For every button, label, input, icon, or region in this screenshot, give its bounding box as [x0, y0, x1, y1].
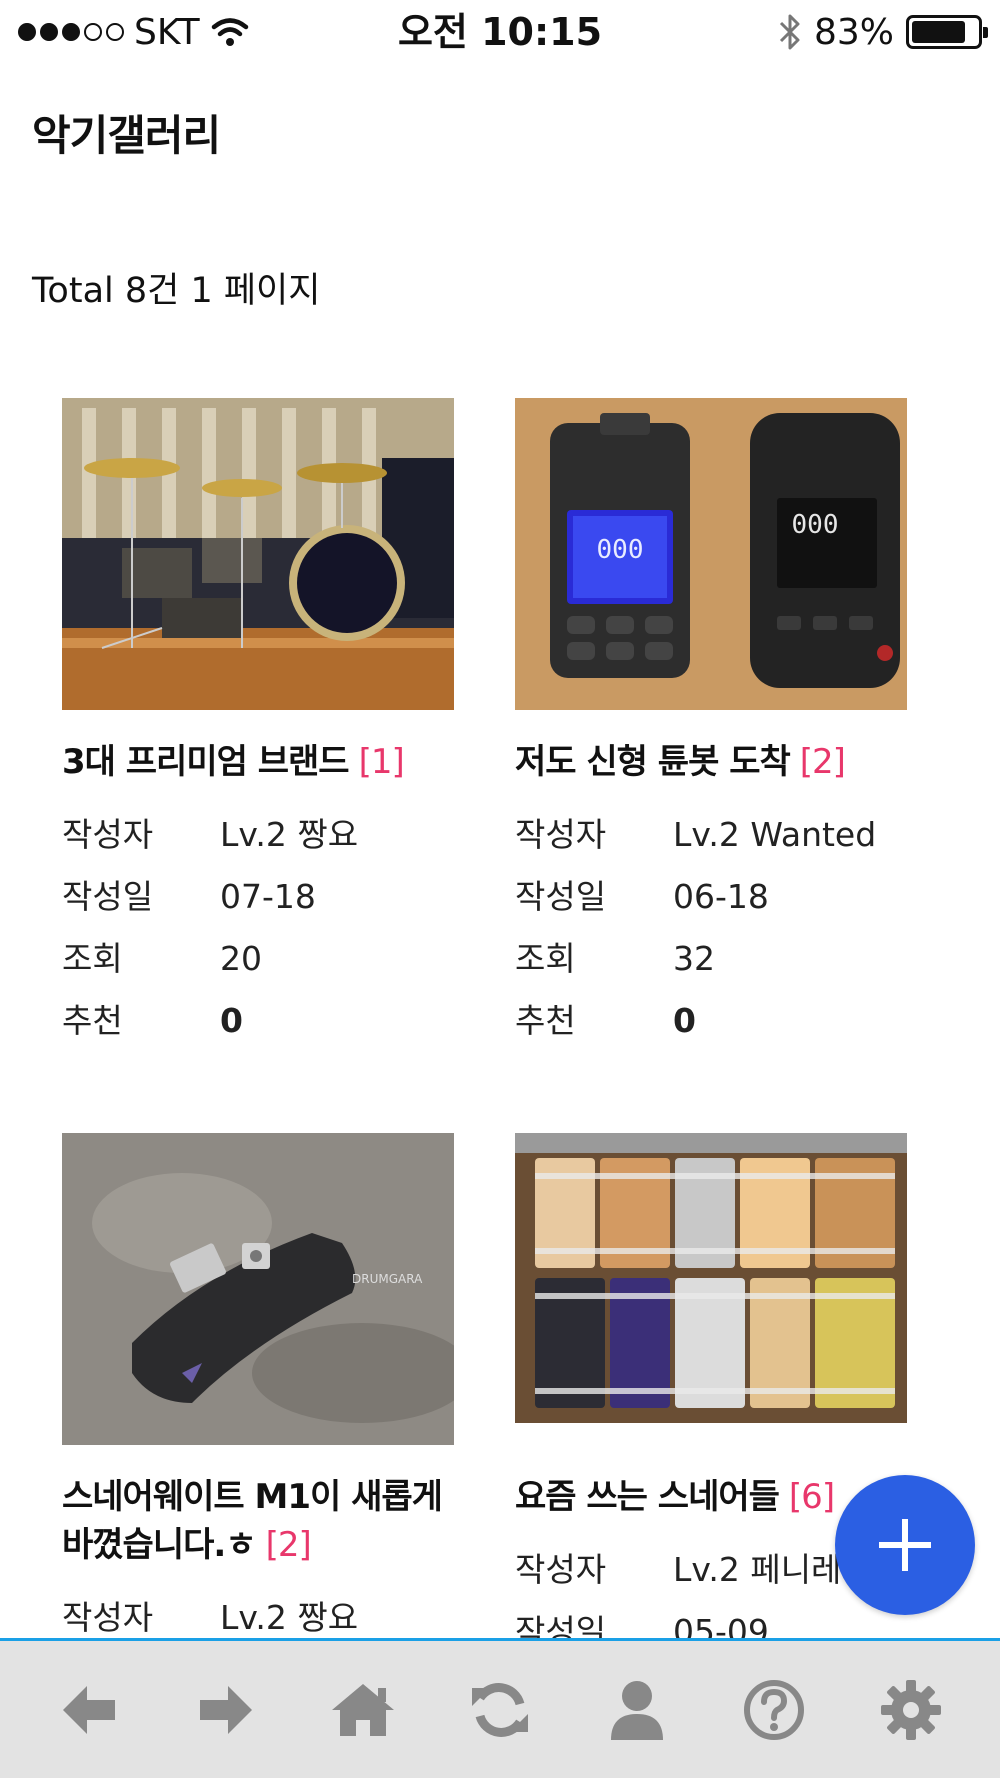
comment-count[interactable]: [1]	[359, 742, 405, 782]
post-date: 06-18	[673, 877, 769, 916]
meta-label-date: 작성일	[515, 1612, 607, 1640]
meta-views-row: 조회 32	[515, 928, 907, 990]
meta-author-row: 작성자 Lv.2 Wanted	[515, 804, 907, 866]
meta-author-row: 작성자 Lv.2 짱요	[62, 1587, 454, 1640]
card-title[interactable]: 저도 신형 튠봇 도착 [2]	[515, 738, 907, 786]
meta-date-row: 작성일 05-09	[515, 1601, 907, 1640]
back-button[interactable]	[44, 1665, 134, 1755]
help-icon	[744, 1679, 805, 1740]
home-button[interactable]	[318, 1665, 408, 1755]
view-count: 32	[673, 939, 715, 978]
battery-fill	[912, 21, 966, 43]
profile-button[interactable]	[592, 1665, 682, 1755]
gallery-card[interactable]: 000 000 저도 신형 튠봇 도착 [2] 작성자 Lv.2 Wanted 작성…	[515, 398, 907, 1052]
card-title[interactable]: 3대 프리미엄 브랜드 [1]	[62, 738, 454, 786]
status-bar: SKT 오전 10:15 83%	[0, 0, 1000, 64]
battery-percent: 83%	[813, 11, 894, 53]
page-title: 악기갤러리	[32, 111, 221, 160]
meta-date-row: 작성일 07-18	[62, 866, 454, 928]
forward-icon	[199, 1685, 252, 1734]
meta-label-likes: 추천	[62, 1001, 123, 1040]
gallery-card[interactable]: DRUMGARA 스네어웨이트 M1이 새롭게 바꼈습니다.ㅎ [2] 작성자 Lv…	[62, 1133, 454, 1640]
meta-label-author: 작성자	[515, 815, 607, 854]
author-name: Lv.2 짱요	[220, 1598, 359, 1637]
home-icon	[331, 1683, 394, 1736]
comment-count[interactable]: [6]	[789, 1477, 835, 1517]
post-title[interactable]: 스네어웨이트 M1이 새롭게 바꼈습니다.ㅎ	[62, 1477, 443, 1565]
svg-text:DRUMGARA: DRUMGARA	[352, 1272, 423, 1286]
refresh-button[interactable]	[455, 1665, 545, 1755]
forward-button[interactable]	[181, 1665, 271, 1755]
post-meta: 작성자 Lv.2 짱요 작성일 07-18 조회 20 추천 0	[62, 804, 454, 1052]
comment-count[interactable]: [2]	[800, 742, 846, 782]
post-title[interactable]: 3대 프리미엄 브랜드	[62, 742, 350, 782]
meta-label-author: 작성자	[515, 1550, 607, 1589]
battery-icon	[906, 15, 988, 49]
add-post-button[interactable]	[835, 1475, 975, 1615]
meta-label-author: 작성자	[62, 1598, 154, 1637]
comment-count[interactable]: [2]	[266, 1525, 312, 1565]
meta-label-date: 작성일	[515, 877, 607, 916]
view-count: 20	[220, 939, 262, 978]
snare-drums-photo[interactable]	[515, 1133, 907, 1445]
plus-icon	[879, 1519, 931, 1571]
svg-text:000: 000	[597, 535, 644, 565]
refresh-icon	[471, 1682, 528, 1737]
like-count: 0	[220, 1001, 243, 1040]
snare-weight-photo[interactable]: DRUMGARA	[62, 1133, 454, 1445]
post-title[interactable]: 저도 신형 튠봇 도착	[515, 742, 791, 782]
meta-author-row: 작성자 Lv.2 짱요	[62, 804, 454, 866]
author-name: Lv.2 Wanted	[673, 815, 877, 854]
post-title[interactable]: 요즘 쓰는 스네어들	[515, 1477, 780, 1517]
meta-views-row: 조회 20	[62, 928, 454, 990]
total-count: Total 8건 1 페이지	[32, 271, 321, 311]
card-title[interactable]: 스네어웨이트 M1이 새롭게 바꼈습니다.ㅎ [2]	[62, 1473, 454, 1569]
author-name: Lv.2 페니레	[673, 1550, 842, 1589]
svg-text:000: 000	[792, 510, 839, 540]
gallery-card[interactable]: 3대 프리미엄 브랜드 [1] 작성자 Lv.2 짱요 작성일 07-18 조회 20 …	[62, 398, 454, 1052]
meta-date-row: 작성일 06-18	[515, 866, 907, 928]
bluetooth-icon	[779, 14, 800, 50]
content-area: SKT 오전 10:15 83% 악기갤러리 Total 8건 1 페이지 3대…	[0, 0, 1000, 1640]
post-meta: 작성자 Lv.2 짱요	[62, 1587, 454, 1640]
help-button[interactable]	[729, 1665, 819, 1755]
back-icon	[62, 1685, 115, 1734]
post-meta: 작성자 Lv.2 Wanted 작성일 06-18 조회 32 추천 0	[515, 804, 907, 1052]
meta-label-likes: 추천	[515, 1001, 576, 1040]
meta-label-views: 조회	[62, 939, 123, 978]
settings-button[interactable]	[866, 1665, 956, 1755]
meta-likes-row: 추천 0	[62, 990, 454, 1052]
meta-label-views: 조회	[515, 939, 576, 978]
author-name: Lv.2 짱요	[220, 815, 359, 854]
post-date: 05-09	[673, 1612, 769, 1640]
status-right: 83%	[778, 10, 988, 54]
bottom-toolbar	[0, 1638, 1000, 1778]
like-count: 0	[673, 1001, 696, 1040]
meta-label-date: 작성일	[62, 877, 154, 916]
meta-label-author: 작성자	[62, 815, 154, 854]
settings-icon	[881, 1679, 942, 1740]
meta-likes-row: 추천 0	[515, 990, 907, 1052]
tune-bot-photo[interactable]: 000 000	[515, 398, 907, 710]
drum-kit-photo[interactable]	[62, 398, 454, 710]
post-date: 07-18	[220, 877, 316, 916]
user-icon	[611, 1680, 664, 1740]
